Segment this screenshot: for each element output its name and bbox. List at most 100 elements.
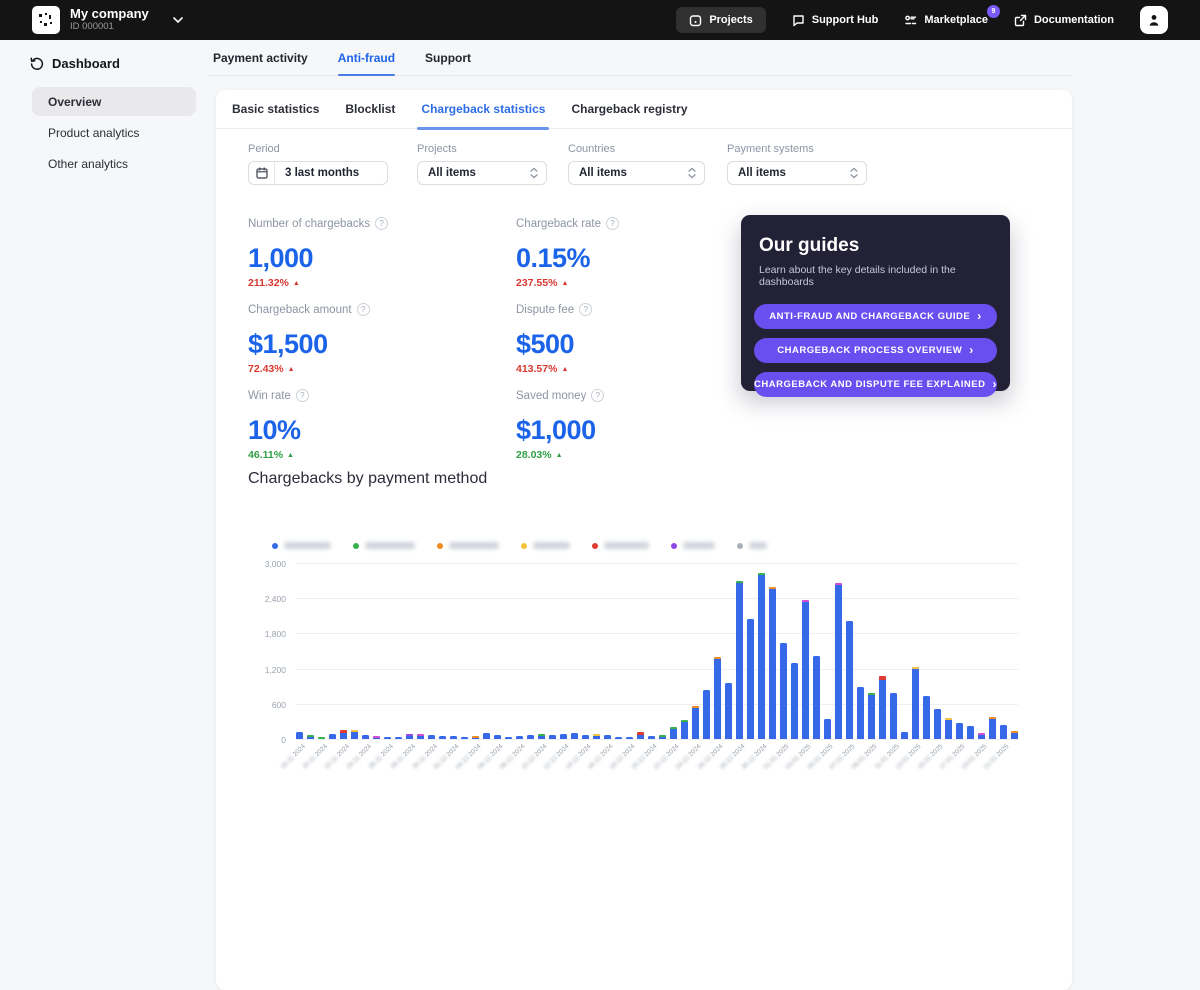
- guide-button[interactable]: CHARGEBACK AND DISPUTE FEE EXPLAINED›: [754, 372, 997, 397]
- chart-bar: [780, 643, 787, 739]
- sidebar-item-label: Overview: [48, 95, 101, 109]
- stat-label-text: Chargeback amount: [248, 304, 352, 316]
- nav-item-documentation[interactable]: Documentation: [1014, 14, 1114, 27]
- nav-item-support-hub[interactable]: Support Hub: [792, 14, 879, 27]
- sidebar-item-other-analytics[interactable]: Other analytics: [32, 149, 196, 178]
- bar-slot: 24.11.2024: [362, 563, 369, 739]
- guides-subtitle: Learn about the key details included in …: [754, 264, 997, 288]
- legend-item-orange[interactable]: [437, 542, 499, 549]
- stat-label-text: Win rate: [248, 390, 291, 402]
- x-label-date-redacted: 28.12.: [719, 753, 737, 771]
- tab-anti-fraud[interactable]: Anti-fraud: [338, 40, 395, 75]
- chart-bar: [846, 621, 853, 740]
- bar-slot: 01.01.2025: [780, 563, 787, 739]
- bar-slot: 15.01.2025: [934, 563, 941, 739]
- help-icon[interactable]: ?: [296, 389, 309, 402]
- sidebar-item-product-analytics[interactable]: Product analytics: [32, 118, 196, 147]
- bar-cap-segment: [472, 736, 479, 738]
- tab-label: Support: [425, 51, 471, 65]
- avatar[interactable]: [1140, 6, 1168, 34]
- x-label-date-redacted: 19.01.: [961, 753, 979, 771]
- help-icon[interactable]: ?: [606, 217, 619, 230]
- help-icon[interactable]: ?: [591, 389, 604, 402]
- top-bar: My company ID 000001 Projects Support Hub…: [0, 0, 1200, 40]
- company-switcher[interactable]: My company ID 000001: [32, 6, 183, 34]
- x-label-date-redacted: 16.12.: [587, 753, 605, 771]
- chart-bar: [890, 693, 897, 739]
- subtab-basic-statistics[interactable]: Basic statistics: [232, 90, 319, 128]
- chart-bar: [406, 734, 413, 739]
- bar-chart-plot: 06001,2001,8002,4003,00018.11.202420.11.…: [296, 563, 1018, 739]
- tab-payment-activity[interactable]: Payment activity: [213, 40, 308, 75]
- chart-bar: [802, 600, 809, 739]
- statistics-subtabs: Basic statistics Blocklist Chargeback stat…: [216, 90, 1072, 129]
- filter-value: All items: [728, 167, 850, 179]
- chart-bar: [483, 733, 490, 739]
- guide-button-label: ANTI-FRAUD AND CHARGEBACK GUIDE: [769, 311, 970, 322]
- chart-bar: [373, 736, 380, 739]
- bar-slot: [725, 563, 732, 739]
- chat-icon: [792, 14, 805, 27]
- chart-bar: [637, 732, 644, 739]
- chart-bar: [868, 693, 875, 739]
- legend-dot: [272, 543, 278, 549]
- legend-item-gray[interactable]: [737, 542, 767, 549]
- chevron-down-icon[interactable]: [173, 17, 183, 23]
- legend-item-blue[interactable]: [272, 542, 331, 549]
- subtab-chargeback-statistics[interactable]: Chargeback statistics: [421, 90, 545, 128]
- bar-cap-segment: [714, 657, 721, 659]
- guide-button[interactable]: ANTI-FRAUD AND CHARGEBACK GUIDE›: [754, 304, 997, 329]
- updown-chevrons-icon: [850, 167, 866, 179]
- help-icon[interactable]: ?: [375, 217, 388, 230]
- x-label-date-redacted: 28.11.: [389, 753, 406, 770]
- filter-select[interactable]: All items: [417, 161, 547, 185]
- bar-slot: [549, 563, 556, 739]
- x-label-date-redacted: 26.11.: [367, 753, 384, 770]
- subtab-chargeback-registry[interactable]: Chargeback registry: [571, 90, 687, 128]
- stat-change-percent: 72.43%: [248, 363, 284, 375]
- guide-button-label: CHARGEBACK PROCESS OVERVIEW: [777, 345, 962, 356]
- nav-item-marketplace[interactable]: Marketplace9: [904, 14, 988, 27]
- x-label-date-redacted: 24.11.: [345, 753, 362, 770]
- stat-change-percent: 46.11%: [248, 449, 283, 461]
- legend-item-green[interactable]: [353, 542, 415, 549]
- up-triangle-icon: ▲: [556, 452, 563, 459]
- bar-slot: 26.11.2024: [384, 563, 391, 739]
- nav-item-projects[interactable]: Projects: [676, 7, 765, 33]
- x-label-date-redacted: 09.01.: [851, 753, 869, 771]
- sidebar-dashboard-header[interactable]: Dashboard: [0, 40, 208, 85]
- stat-value: 10%: [248, 415, 516, 446]
- filter-select[interactable]: All items: [568, 161, 705, 185]
- bars-container: 18.11.202420.11.202422.11.202424.11.2024…: [296, 563, 1018, 739]
- bar-slot: [505, 563, 512, 739]
- tab-support[interactable]: Support: [425, 40, 471, 75]
- legend-item-red[interactable]: [592, 542, 649, 549]
- legend-item-purple[interactable]: [671, 542, 715, 549]
- filter-label: Countries: [568, 143, 705, 155]
- bar-slot: 06.12.2024: [494, 563, 501, 739]
- x-label-date-redacted: 21.01.: [983, 753, 1001, 771]
- x-label-date-redacted: 05.01.: [807, 753, 825, 771]
- bar-slot: [395, 563, 402, 739]
- x-label-date-redacted: 30.11.: [411, 753, 428, 770]
- bar-cap-segment: [692, 706, 699, 708]
- legend-item-yellow[interactable]: [521, 542, 570, 549]
- bar-cap-segment: [835, 583, 842, 585]
- sidebar-title: Dashboard: [52, 56, 120, 71]
- filter-select[interactable]: All items: [727, 161, 867, 185]
- guide-button[interactable]: CHARGEBACK PROCESS OVERVIEW›: [754, 338, 997, 363]
- subtab-blocklist[interactable]: Blocklist: [345, 90, 395, 128]
- chart-bar: [813, 656, 820, 739]
- bar-slot: [901, 563, 908, 739]
- period-input[interactable]: 3 last months: [248, 161, 388, 185]
- help-icon[interactable]: ?: [579, 303, 592, 316]
- sidebar-nav: Overview Product analyticsOther analytics: [0, 87, 208, 178]
- chart-bar: [296, 732, 303, 739]
- bar-slot: [813, 563, 820, 739]
- sidebar-item-overview[interactable]: Overview: [32, 87, 196, 116]
- chart-bar: [329, 734, 336, 739]
- chart-bar: [659, 735, 666, 739]
- help-icon[interactable]: ?: [357, 303, 370, 316]
- chart-bar: [945, 718, 952, 739]
- bar-slot: [967, 563, 974, 739]
